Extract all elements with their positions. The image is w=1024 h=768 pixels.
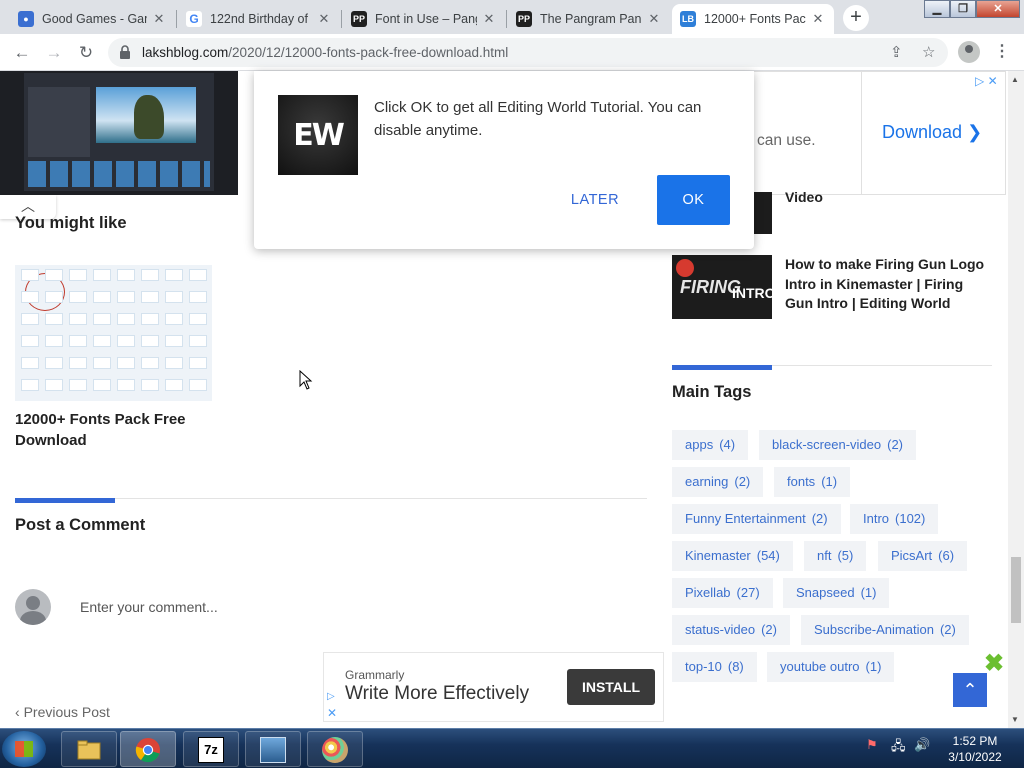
url-text: lakshblog.com/2020/12/12000-fonts-pack-f… xyxy=(142,45,509,60)
folder-icon xyxy=(77,740,101,760)
scroll-to-top-button[interactable]: ⌃ xyxy=(953,673,987,707)
later-button[interactable]: LATER xyxy=(560,187,630,213)
new-tab-button[interactable]: + xyxy=(843,5,869,31)
tag-chip[interactable]: Intro (102) xyxy=(850,504,939,534)
avatar xyxy=(15,589,51,625)
video-editor-thumbnail[interactable] xyxy=(0,71,238,195)
tag-chip[interactable]: black-screen-video (2) xyxy=(759,430,916,460)
previous-post-link[interactable]: ‹ Previous Post xyxy=(15,704,110,720)
tag-chip[interactable]: Kinemaster (54) xyxy=(672,541,793,571)
close-window-button[interactable]: ✕ xyxy=(976,0,1020,18)
adchoices-icon[interactable]: ▷ xyxy=(327,691,335,702)
tab-birthday[interactable]: G 122nd Birthday of ✕ xyxy=(178,4,340,34)
tag-chip[interactable]: Subscribe-Animation (2) xyxy=(801,615,969,645)
tag-chip[interactable]: nft (5) xyxy=(804,541,867,571)
lock-icon xyxy=(120,45,130,59)
chrome-icon xyxy=(135,738,160,763)
tab-title: 12000+ Fonts Pack xyxy=(704,12,806,26)
tab-good-games[interactable]: ● Good Games - Gam ✕ xyxy=(10,4,175,34)
minimize-button[interactable]: ▁ xyxy=(924,0,950,18)
lb-icon: LB xyxy=(680,11,696,27)
ad-download-link[interactable]: Download ❯ xyxy=(882,122,982,143)
network-icon[interactable]: 🖧 xyxy=(891,737,906,759)
grammarly-ad[interactable]: Grammarly Write More Effectively INSTALL… xyxy=(323,652,664,722)
sidebar-post-title[interactable]: How to make Firing Gun Logo Intro in Kin… xyxy=(785,255,985,314)
forward-button[interactable]: → xyxy=(42,41,66,65)
7zip-taskbar-button[interactable]: 7z xyxy=(183,731,239,767)
close-icon[interactable]: ✕ xyxy=(810,11,826,27)
windows-taskbar: 7z ⚑ 🖧 🔊 1:52 PM 3/10/2022 xyxy=(0,728,1024,768)
tag-chip[interactable]: fonts (1) xyxy=(774,467,851,497)
7zip-icon: 7z xyxy=(198,737,224,763)
google-icon: G xyxy=(186,11,202,27)
tag-chip[interactable]: Snapseed (1) xyxy=(783,578,890,608)
ok-button[interactable]: OK xyxy=(657,175,730,225)
tab-title: The Pangram Pang xyxy=(540,12,642,26)
page-scrollbar[interactable]: ▲ ▼ xyxy=(1008,71,1024,728)
tag-chip[interactable]: youtube outro (1) xyxy=(767,652,895,682)
paint-taskbar-button[interactable] xyxy=(307,731,363,767)
bookmark-star-icon[interactable]: ☆ xyxy=(922,43,935,61)
push-notification-prompt: EW Click OK to get all Editing World Tut… xyxy=(254,71,754,249)
install-button[interactable]: INSTALL xyxy=(567,669,655,705)
chrome-taskbar-button[interactable] xyxy=(120,731,176,767)
pp-icon: PP xyxy=(516,11,532,27)
related-post-image[interactable] xyxy=(15,265,212,401)
address-bar[interactable]: lakshblog.com/2020/12/12000-fonts-pack-f… xyxy=(108,38,948,67)
scrollbar-thumb[interactable] xyxy=(1011,557,1021,623)
reload-button[interactable]: ↻ xyxy=(74,41,98,65)
sidebar-post-thumbnail[interactable]: FIRING INTRO xyxy=(672,255,772,319)
close-icon[interactable]: ✕ xyxy=(151,11,167,27)
ad-brand: Grammarly xyxy=(345,668,405,682)
editing-world-logo: EW xyxy=(278,95,358,175)
control-panel-taskbar-button[interactable] xyxy=(245,731,301,767)
control-panel-icon xyxy=(260,737,286,763)
tab-pangram[interactable]: PP The Pangram Pang ✕ xyxy=(508,4,670,34)
tags-heading: Main Tags xyxy=(672,383,752,401)
close-ad-icon[interactable]: ✕ xyxy=(327,706,337,720)
tag-chip[interactable]: Pixellab (27) xyxy=(672,578,773,608)
profile-avatar-icon[interactable] xyxy=(958,41,980,63)
tag-chip[interactable]: PicsArt (6) xyxy=(878,541,968,571)
tag-chip[interactable]: earning (2) xyxy=(672,467,764,497)
adchoices-icon[interactable]: ▷ ✕ xyxy=(975,74,998,88)
ad-text: can use. xyxy=(757,132,816,149)
explorer-taskbar-button[interactable] xyxy=(61,731,117,767)
tag-chip[interactable]: apps (4) xyxy=(672,430,749,460)
prompt-message: Click OK to get all Editing World Tutori… xyxy=(374,99,702,139)
pp-icon: PP xyxy=(351,11,367,27)
share-icon[interactable]: ⇪ xyxy=(890,43,903,61)
close-icon[interactable]: ✕ xyxy=(481,11,497,27)
tab-fonts-pack[interactable]: LB 12000+ Fonts Pack ✕ xyxy=(672,4,834,34)
gamepad-icon: ● xyxy=(18,11,34,27)
tab-font-in-use[interactable]: PP Font in Use – Pang ✕ xyxy=(343,4,505,34)
comment-input[interactable] xyxy=(70,593,470,621)
related-heading: You might like xyxy=(15,214,127,232)
mouse-cursor-icon xyxy=(299,370,313,390)
menu-kebab-icon[interactable]: ⋮ xyxy=(994,41,1010,61)
tab-title: Good Games - Gam xyxy=(42,12,147,26)
related-post-title[interactable]: 12000+ Fonts Pack Free Download xyxy=(15,409,195,451)
tab-strip: ● Good Games - Gam ✕ G 122nd Birthday of… xyxy=(0,0,1024,34)
start-button[interactable] xyxy=(2,731,46,767)
tag-chip[interactable]: status-video (2) xyxy=(672,615,790,645)
paint-palette-icon xyxy=(322,737,348,763)
browser-toolbar: ← → ↻ lakshblog.com/2020/12/12000-fonts-… xyxy=(0,34,1024,71)
back-button[interactable]: ← xyxy=(10,41,34,65)
tag-chip[interactable]: top-10 (8) xyxy=(672,652,757,682)
tab-title: 122nd Birthday of xyxy=(210,12,308,26)
ad-tagline: Write More Effectively xyxy=(345,683,530,704)
close-icon[interactable]: ✖ xyxy=(984,649,1004,678)
comment-heading: Post a Comment xyxy=(15,516,146,534)
system-clock[interactable]: 1:52 PM 3/10/2022 xyxy=(940,733,1010,765)
close-icon[interactable]: ✕ xyxy=(646,11,662,27)
action-center-flag-icon[interactable]: ⚑ xyxy=(866,737,878,753)
top-ad-banner[interactable]: can use. Download ❯ ▷ ✕ xyxy=(742,71,1006,195)
maximize-button[interactable]: ❐ xyxy=(950,0,976,18)
tag-chip[interactable]: Funny Entertainment (2) xyxy=(672,504,841,534)
close-icon[interactable]: ✕ xyxy=(316,11,332,27)
volume-icon[interactable]: 🔊 xyxy=(914,737,930,753)
sidebar-post-title[interactable]: Video xyxy=(785,189,823,205)
tab-title: Font in Use – Pang xyxy=(375,12,477,26)
